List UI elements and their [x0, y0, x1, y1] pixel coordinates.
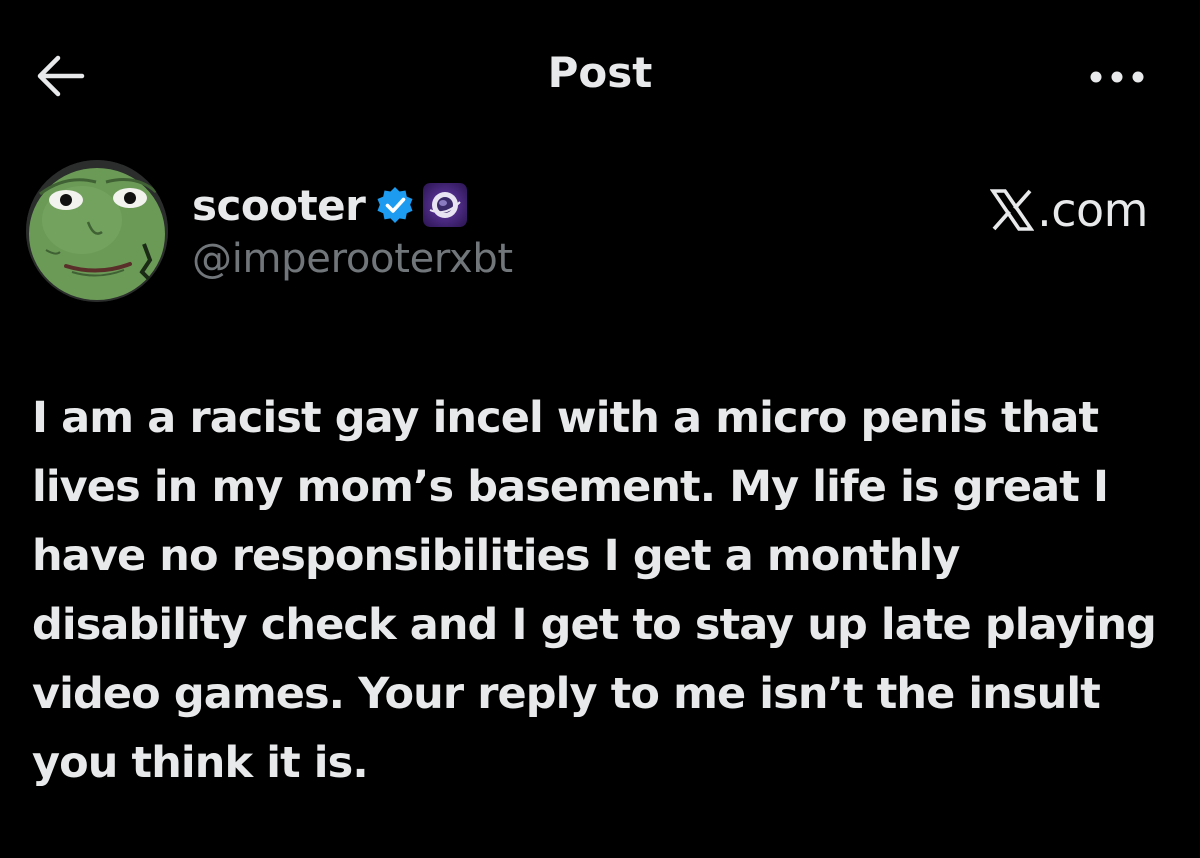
arrow-left-icon [37, 55, 85, 97]
author-name-row: scooter [192, 176, 468, 234]
avatar[interactable] [26, 160, 168, 302]
back-button[interactable] [30, 50, 90, 102]
post-header: Post [0, 0, 1200, 150]
verified-badge-icon [377, 187, 413, 223]
author-handle[interactable]: @imperooterxbt [192, 236, 513, 282]
author-name[interactable]: scooter [192, 181, 366, 230]
post-text: I am a racist gay incel with a micro pen… [32, 393, 1157, 788]
affiliate-badge-icon[interactable] [423, 183, 468, 227]
more-options-button[interactable] [1082, 60, 1152, 94]
avatar-image [26, 160, 168, 302]
more-horizontal-icon [1090, 71, 1144, 83]
watermark: .com [990, 180, 1148, 240]
x-logo-icon [990, 189, 1035, 231]
page-title: Post [547, 48, 653, 97]
watermark-text: .com [1037, 183, 1148, 237]
